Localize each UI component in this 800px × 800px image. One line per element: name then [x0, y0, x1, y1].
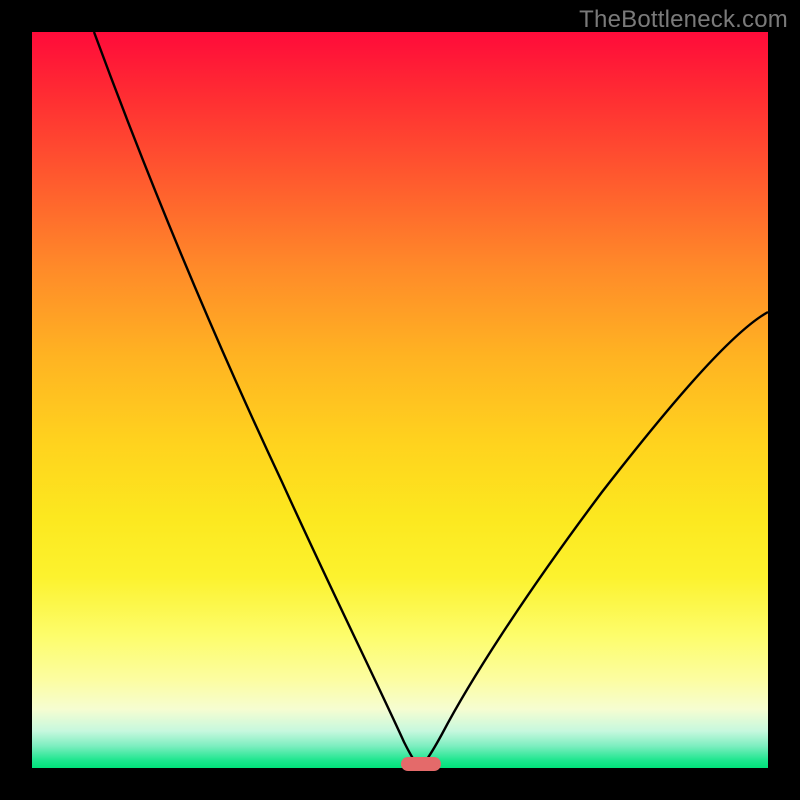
curve-path [94, 32, 768, 768]
optimal-marker [401, 757, 441, 771]
bottleneck-curve [32, 32, 768, 768]
plot-area [32, 32, 768, 768]
watermark-text: TheBottleneck.com [579, 6, 788, 34]
chart-frame: TheBottleneck.com [0, 0, 800, 800]
